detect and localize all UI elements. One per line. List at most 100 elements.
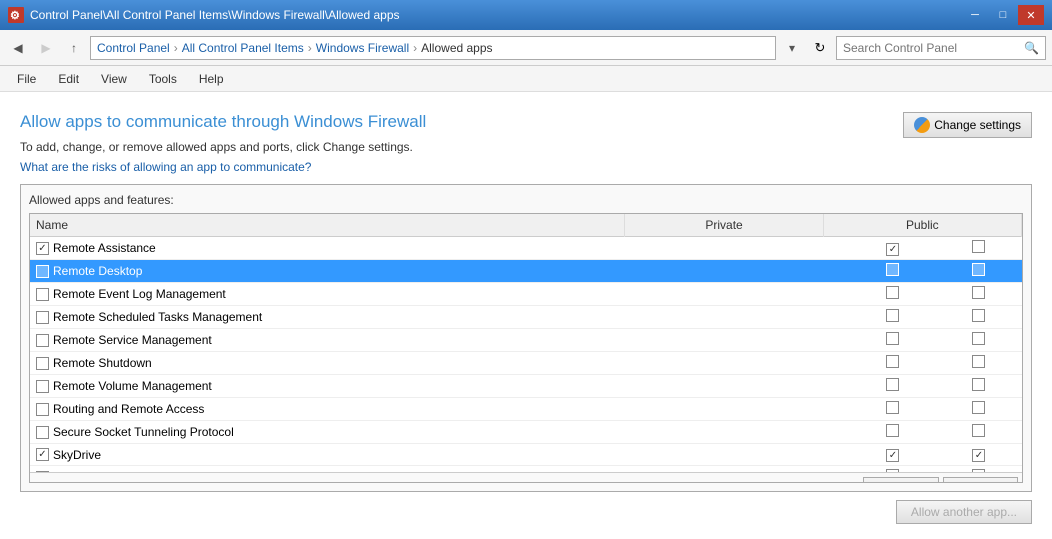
table-row[interactable]: Remote Scheduled Tasks Management xyxy=(30,306,1022,329)
change-settings-button[interactable]: Change settings xyxy=(903,112,1032,138)
private-cell[interactable] xyxy=(850,421,936,444)
private-cell[interactable] xyxy=(850,329,936,352)
breadcrumb-all-items[interactable]: All Control Panel Items xyxy=(182,41,304,55)
private-cell[interactable] xyxy=(850,306,936,329)
table-row[interactable]: Remote Event Log Management xyxy=(30,283,1022,306)
public-checkbox[interactable] xyxy=(972,332,985,345)
private-checkbox[interactable] xyxy=(886,263,899,276)
private-cell[interactable] xyxy=(850,283,936,306)
public-cell[interactable] xyxy=(936,398,1022,421)
row-checkbox[interactable] xyxy=(36,448,49,461)
public-checkbox[interactable] xyxy=(972,286,985,299)
private-checkbox[interactable] xyxy=(886,243,899,256)
private-checkbox[interactable] xyxy=(886,332,899,345)
allow-another-button[interactable]: Allow another app... xyxy=(896,500,1032,524)
breadcrumb-control-panel[interactable]: Control Panel xyxy=(97,41,170,55)
details-button[interactable]: Details... xyxy=(863,477,940,483)
table-row[interactable]: Secure Socket Tunneling Protocol xyxy=(30,421,1022,444)
public-checkbox[interactable] xyxy=(972,309,985,322)
menu-tools[interactable]: Tools xyxy=(140,69,186,89)
breadcrumb-current: Allowed apps xyxy=(421,41,492,55)
table-row[interactable]: SkyDrive xyxy=(30,444,1022,466)
row-checkbox[interactable] xyxy=(36,242,49,255)
table-row[interactable]: Remote Shutdown xyxy=(30,352,1022,375)
row-checkbox[interactable] xyxy=(36,311,49,324)
private-cell[interactable] xyxy=(850,375,936,398)
row-checkbox[interactable] xyxy=(36,357,49,370)
public-checkbox[interactable] xyxy=(972,355,985,368)
public-cell[interactable] xyxy=(936,421,1022,444)
table-button-row: Details... Remove xyxy=(30,472,1022,483)
row-checkbox[interactable] xyxy=(36,426,49,439)
private-cell[interactable] xyxy=(850,352,936,375)
public-checkbox[interactable] xyxy=(972,401,985,414)
public-cell[interactable] xyxy=(936,260,1022,283)
row-checkbox[interactable] xyxy=(36,403,49,416)
public-checkbox[interactable] xyxy=(972,240,985,253)
private-checkbox[interactable] xyxy=(886,424,899,437)
page-title: Allow apps to communicate through Window… xyxy=(20,112,903,132)
minimize-button[interactable]: ─ xyxy=(962,5,988,25)
svg-text:⚙: ⚙ xyxy=(10,10,20,22)
private-checkbox[interactable] xyxy=(886,449,899,462)
col-private-header: Private xyxy=(625,214,823,237)
row-name-label: Remote Assistance xyxy=(53,241,156,255)
private-checkbox[interactable] xyxy=(886,401,899,414)
menu-file[interactable]: File xyxy=(8,69,45,89)
row-checkbox[interactable] xyxy=(36,265,49,278)
row-checkbox[interactable] xyxy=(36,288,49,301)
forward-button[interactable]: ▶ xyxy=(34,36,58,60)
public-checkbox[interactable] xyxy=(972,378,985,391)
remove-button[interactable]: Remove xyxy=(943,477,1018,483)
private-checkbox[interactable] xyxy=(886,355,899,368)
public-cell[interactable] xyxy=(936,329,1022,352)
table-row[interactable]: Remote Service Management xyxy=(30,329,1022,352)
private-checkbox[interactable] xyxy=(886,469,899,472)
table-scroll[interactable]: Remote Assistance Remote Desktop Remote Ev… xyxy=(30,237,1022,472)
close-button[interactable]: ✕ xyxy=(1018,5,1044,25)
public-cell[interactable] xyxy=(936,375,1022,398)
refresh-button[interactable]: ↻ xyxy=(808,36,832,60)
table-row[interactable]: Remote Assistance xyxy=(30,237,1022,260)
col-name-header: Name xyxy=(30,214,625,237)
menu-help[interactable]: Help xyxy=(190,69,233,89)
menu-view[interactable]: View xyxy=(92,69,136,89)
back-button[interactable]: ◀ xyxy=(6,36,30,60)
private-cell[interactable] xyxy=(850,260,936,283)
row-checkbox[interactable] xyxy=(36,380,49,393)
private-cell[interactable] xyxy=(850,398,936,421)
public-cell[interactable] xyxy=(936,237,1022,260)
row-checkbox[interactable] xyxy=(36,471,49,473)
row-name-label: Remote Volume Management xyxy=(53,379,212,393)
dropdown-button[interactable]: ▾ xyxy=(780,36,804,60)
public-checkbox[interactable] xyxy=(972,424,985,437)
table-row[interactable]: Routing and Remote Access xyxy=(30,398,1022,421)
public-cell[interactable] xyxy=(936,283,1022,306)
private-cell[interactable] xyxy=(850,237,936,260)
public-cell[interactable] xyxy=(936,444,1022,466)
breadcrumb: Control Panel › All Control Panel Items … xyxy=(90,36,776,60)
search-input[interactable] xyxy=(843,41,1020,55)
maximize-button[interactable]: □ xyxy=(990,5,1016,25)
table-row[interactable]: Remote Volume Management xyxy=(30,375,1022,398)
public-checkbox[interactable] xyxy=(972,263,985,276)
public-cell[interactable] xyxy=(936,306,1022,329)
table-row[interactable]: Remote Desktop xyxy=(30,260,1022,283)
app-icon: ⚙ xyxy=(8,7,24,23)
public-checkbox[interactable] xyxy=(972,449,985,462)
private-cell[interactable] xyxy=(850,444,936,466)
breadcrumb-firewall[interactable]: Windows Firewall xyxy=(316,41,409,55)
private-checkbox[interactable] xyxy=(886,309,899,322)
row-name-label: Remote Desktop xyxy=(53,264,142,278)
menu-edit[interactable]: Edit xyxy=(49,69,88,89)
allowed-panel: Allowed apps and features: Name Private … xyxy=(20,184,1032,492)
shield-icon xyxy=(914,117,930,133)
public-checkbox[interactable] xyxy=(972,469,985,472)
col-public-header: Public xyxy=(823,214,1021,237)
row-checkbox[interactable] xyxy=(36,334,49,347)
risks-link[interactable]: What are the risks of allowing an app to… xyxy=(20,160,311,174)
private-checkbox[interactable] xyxy=(886,378,899,391)
up-button[interactable]: ↑ xyxy=(62,36,86,60)
public-cell[interactable] xyxy=(936,352,1022,375)
private-checkbox[interactable] xyxy=(886,286,899,299)
